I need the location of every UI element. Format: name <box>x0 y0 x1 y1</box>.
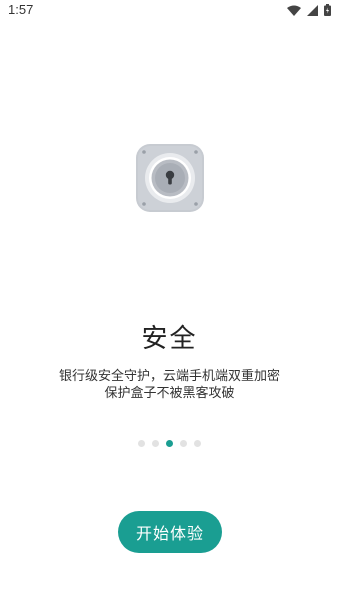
page-title: 安全 <box>141 324 198 354</box>
wifi-icon <box>287 5 301 16</box>
description-line: 保护盒子不被黑客攻破 <box>104 386 235 401</box>
page-dot <box>180 440 187 447</box>
page-dot <box>194 440 201 447</box>
description-line: 银行级安全守护，云端手机端双重加密 <box>58 369 280 384</box>
status-time: 1:57 <box>8 2 34 17</box>
page-dot <box>152 440 159 447</box>
page-indicator <box>0 440 339 447</box>
status-bar: 1:57 <box>0 0 339 22</box>
battery-icon <box>324 4 331 16</box>
lock-icon <box>136 144 204 212</box>
start-experience-button[interactable]: 开始体验 <box>118 511 222 553</box>
cell-signal-icon <box>307 4 318 16</box>
page-dot <box>138 440 145 447</box>
lock-illustration <box>134 142 206 214</box>
feature-description: 银行级安全守护，云端手机端双重加密 保护盒子不被黑客攻破 <box>0 368 339 402</box>
status-icons <box>287 4 331 16</box>
page-dot-active <box>166 440 173 447</box>
